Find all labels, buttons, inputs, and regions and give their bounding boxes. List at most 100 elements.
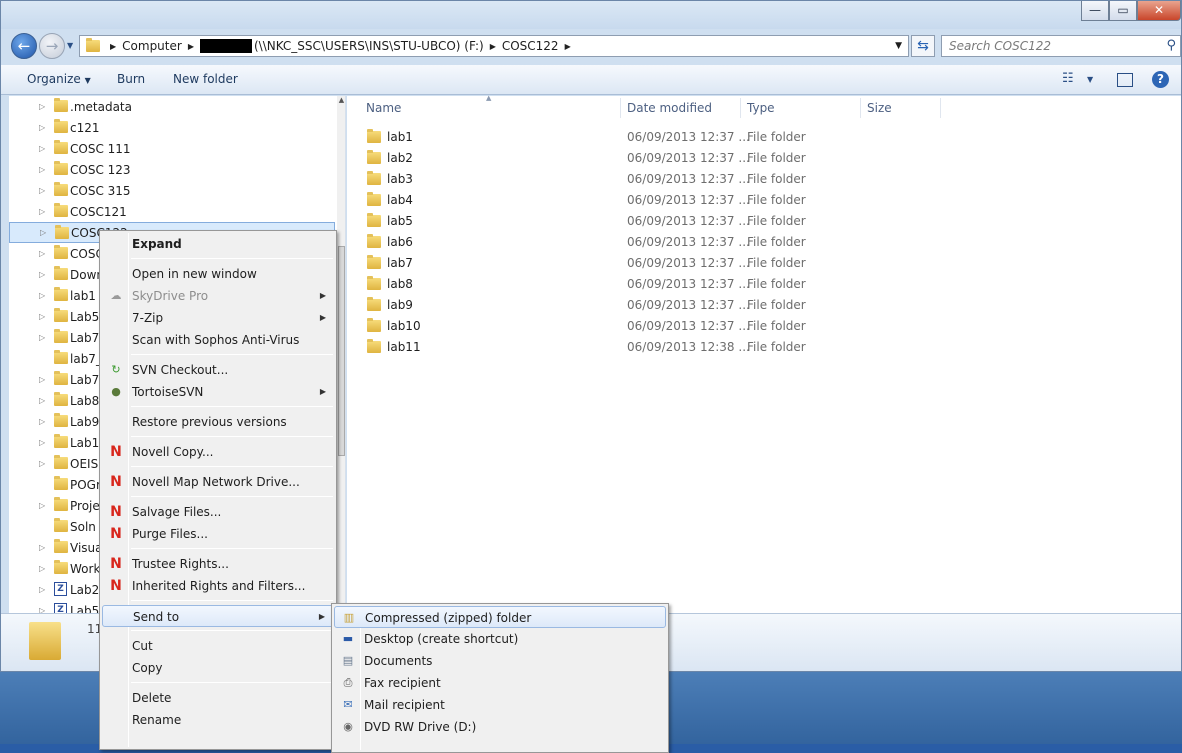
preview-pane-icon[interactable] (1117, 73, 1133, 87)
expand-arrow-icon[interactable]: ▷ (39, 312, 45, 321)
burn-button[interactable]: Burn (117, 72, 145, 86)
menu-item-purge-files[interactable]: N Purge Files... (102, 523, 334, 545)
expand-arrow-icon[interactable]: ▷ (39, 207, 45, 216)
close-button[interactable]: ✕ (1137, 1, 1181, 21)
tree-item[interactable]: ▷ .metadata (9, 96, 335, 117)
expand-arrow-icon[interactable]: ▷ (39, 396, 45, 405)
menu-item-documents[interactable]: ▤ Documents (334, 650, 666, 672)
expand-arrow-icon[interactable]: ▷ (39, 333, 45, 342)
file-row[interactable]: lab7 06/09/2013 12:37 ... File folder (347, 253, 1181, 274)
expand-arrow-icon[interactable]: ▷ (39, 438, 45, 447)
address-bar[interactable]: ▶ Computer ▶ (\\NKC_SSC\USERS\INS\STU-UB… (79, 35, 909, 57)
menu-item-send-to[interactable]: Send to ▶ (102, 605, 334, 627)
expand-arrow-icon[interactable]: ▷ (40, 228, 46, 237)
expand-arrow-icon[interactable]: ▷ (39, 165, 45, 174)
expand-arrow-icon[interactable]: ▷ (39, 186, 45, 195)
column-divider[interactable] (940, 98, 941, 118)
breadcrumb-computer[interactable]: Computer (122, 39, 182, 53)
search-input[interactable]: Search COSC122 ⚲ (941, 35, 1181, 57)
expand-arrow-icon[interactable]: ▷ (39, 606, 45, 613)
menu-item-open-in-new-window[interactable]: Open in new window (102, 263, 334, 285)
expand-arrow-icon[interactable]: ▷ (39, 459, 45, 468)
expand-arrow-icon[interactable]: ▷ (39, 249, 45, 258)
menu-item-expand[interactable]: Expand (102, 233, 334, 255)
menu-item-novell-map-network-drive[interactable]: N Novell Map Network Drive... (102, 471, 334, 493)
help-icon[interactable]: ? (1152, 71, 1169, 88)
breadcrumb-folder[interactable]: COSC122 (502, 39, 559, 53)
recent-pages-chevron-icon[interactable]: ▼ (67, 41, 73, 50)
column-header-type[interactable]: Type (747, 100, 775, 120)
breadcrumb-drive[interactable]: (\\NKC_SSC\USERS\INS\STU-UBCO) (F:) (254, 39, 484, 53)
menu-item-7-zip[interactable]: 7-Zip ▶ (102, 307, 334, 329)
expand-arrow-icon[interactable]: ▷ (39, 417, 45, 426)
address-dropdown-icon[interactable]: ▼ (895, 41, 902, 51)
file-row[interactable]: lab5 06/09/2013 12:37 ... File folder (347, 211, 1181, 232)
file-row[interactable]: lab1 06/09/2013 12:37 ... File folder (347, 127, 1181, 148)
column-divider[interactable] (860, 98, 861, 118)
menu-item-trustee-rights[interactable]: N Trustee Rights... (102, 553, 334, 575)
menu-item-rename[interactable]: Rename (102, 709, 334, 731)
expand-arrow-icon[interactable]: ▷ (39, 123, 45, 132)
menu-item-novell-copy[interactable]: N Novell Copy... (102, 441, 334, 463)
column-header-size[interactable]: Size (867, 100, 892, 120)
file-row[interactable]: lab4 06/09/2013 12:37 ... File folder (347, 190, 1181, 211)
breadcrumb-arrow-icon[interactable]: ▶ (565, 42, 571, 51)
forward-button[interactable]: → (39, 33, 65, 59)
menu-item-scan-with-sophos-anti-virus[interactable]: Scan with Sophos Anti-Virus (102, 329, 334, 351)
expand-arrow-icon[interactable]: ▷ (39, 375, 45, 384)
menu-item-delete[interactable]: Delete (102, 687, 334, 709)
menu-item-cut[interactable]: Cut (102, 635, 334, 657)
scroll-thumb[interactable] (338, 246, 345, 456)
menu-item-inherited-rights-and-filters[interactable]: N Inherited Rights and Filters... (102, 575, 334, 597)
file-row[interactable]: lab3 06/09/2013 12:37 ... File folder (347, 169, 1181, 190)
back-button[interactable]: ← (11, 33, 37, 59)
breadcrumb-arrow-icon[interactable]: ▶ (110, 42, 116, 51)
column-header-date[interactable]: Date modified (627, 100, 712, 120)
menu-item-svn-checkout[interactable]: ↻ SVN Checkout... (102, 359, 334, 381)
tree-item[interactable]: ▷ COSC 111 (9, 138, 335, 159)
column-divider[interactable] (740, 98, 741, 118)
file-row[interactable]: lab11 06/09/2013 12:38 ... File folder (347, 337, 1181, 358)
expand-arrow-icon[interactable]: ▷ (39, 585, 45, 594)
expand-arrow-icon[interactable]: ▷ (39, 543, 45, 552)
menu-item-fax-recipient[interactable]: ⎙ Fax recipient (334, 672, 666, 694)
file-row[interactable]: lab10 06/09/2013 12:37 ... File folder (347, 316, 1181, 337)
organize-button[interactable]: Organize ▼ (27, 72, 91, 86)
file-list[interactable]: Name ▲ Date modified Type Size lab1 06/09… (347, 94, 1181, 613)
menu-item-desktop-create-shortcut[interactable]: ▬ Desktop (create shortcut) (334, 628, 666, 650)
refresh-button[interactable]: ⇆ (911, 35, 935, 57)
menu-item-compressed-zipped-folder[interactable]: ▥ Compressed (zipped) folder (334, 606, 666, 628)
search-icon[interactable]: ⚲ (1166, 38, 1176, 53)
menu-item-skydrive-pro[interactable]: ☁ SkyDrive Pro ▶ (102, 285, 334, 307)
expand-arrow-icon[interactable]: ▷ (39, 102, 45, 111)
breadcrumb-arrow-icon[interactable]: ▶ (490, 42, 496, 51)
menu-item-dvd-rw-drive-d[interactable]: ◉ DVD RW Drive (D:) (334, 716, 666, 738)
menu-item-salvage-files[interactable]: N Salvage Files... (102, 501, 334, 523)
tree-item[interactable]: ▷ COSC 123 (9, 159, 335, 180)
title-bar[interactable]: — ▭ ✕ (1, 1, 1181, 29)
menu-item-restore-previous-versions[interactable]: Restore previous versions (102, 411, 334, 433)
menu-item-tortoisesvn[interactable]: ● TortoiseSVN ▶ (102, 381, 334, 403)
new-folder-button[interactable]: New folder (173, 72, 238, 86)
expand-arrow-icon[interactable]: ▷ (39, 564, 45, 573)
file-row[interactable]: lab2 06/09/2013 12:37 ... File folder (347, 148, 1181, 169)
view-dropdown-icon[interactable]: ▼ (1087, 75, 1093, 84)
expand-arrow-icon[interactable]: ▷ (39, 144, 45, 153)
file-row[interactable]: lab9 06/09/2013 12:37 ... File folder (347, 295, 1181, 316)
minimize-button[interactable]: — (1081, 1, 1109, 21)
change-view-icon[interactable]: ☷ (1062, 71, 1074, 86)
expand-arrow-icon[interactable]: ▷ (39, 501, 45, 510)
file-row[interactable]: lab8 06/09/2013 12:37 ... File folder (347, 274, 1181, 295)
file-row[interactable]: lab6 06/09/2013 12:37 ... File folder (347, 232, 1181, 253)
scroll-up-icon[interactable]: ▲ (337, 96, 345, 110)
menu-item-copy[interactable]: Copy (102, 657, 334, 679)
maximize-button[interactable]: ▭ (1109, 1, 1137, 21)
expand-arrow-icon[interactable]: ▷ (39, 270, 45, 279)
column-header-name[interactable]: Name (366, 100, 401, 120)
menu-item-mail-recipient[interactable]: ✉ Mail recipient (334, 694, 666, 716)
tree-item[interactable]: ▷ COSC 315 (9, 180, 335, 201)
breadcrumb-arrow-icon[interactable]: ▶ (188, 42, 194, 51)
navigation-scrollbar[interactable]: ▲ (337, 96, 345, 613)
column-divider[interactable] (620, 98, 621, 118)
expand-arrow-icon[interactable]: ▷ (39, 291, 45, 300)
